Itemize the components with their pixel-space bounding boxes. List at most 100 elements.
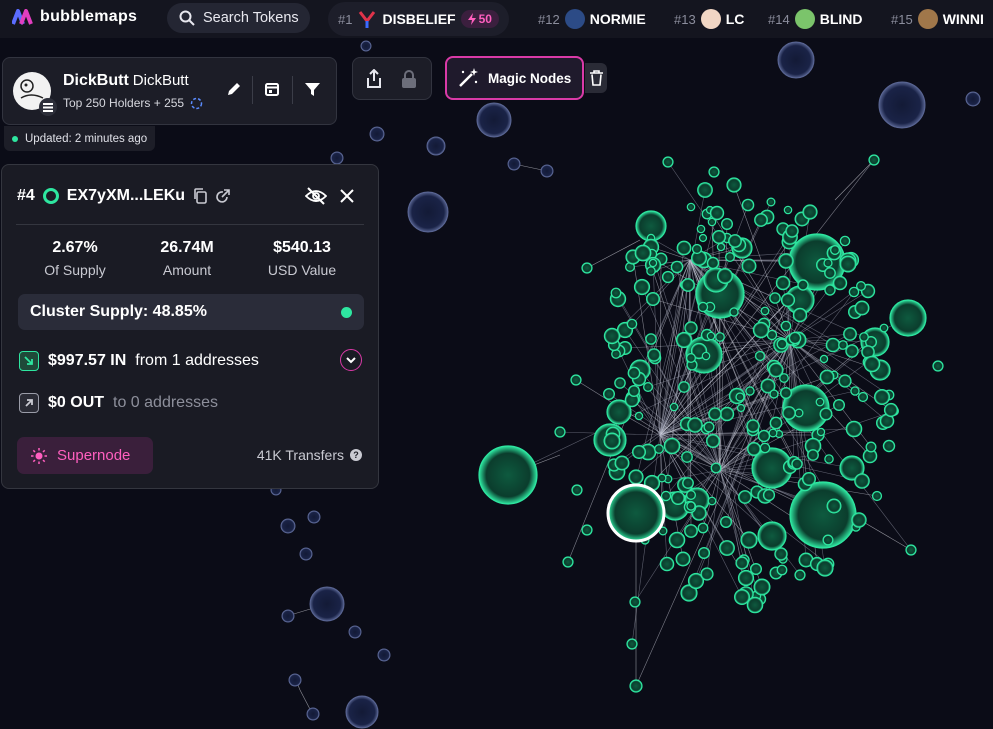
wallet-bubble[interactable] <box>614 455 630 471</box>
wallet-bubble[interactable] <box>642 382 653 393</box>
wallet-bubble[interactable] <box>478 445 538 505</box>
wallet-bubble[interactable] <box>670 491 685 506</box>
wallet-bubble[interactable] <box>854 300 870 316</box>
address-text[interactable]: EX7yXM...LEKu <box>67 187 185 205</box>
wallet-bubble[interactable] <box>738 490 752 504</box>
wallet-bubble[interactable] <box>345 695 379 729</box>
wallet-bubble[interactable] <box>629 679 643 693</box>
wallet-bubble[interactable] <box>819 369 835 385</box>
trending-item-15[interactable]: #15 WINNI <box>891 0 984 38</box>
wallet-bubble[interactable] <box>785 224 799 238</box>
wallet-bubble[interactable] <box>724 252 735 263</box>
wallet-bubble[interactable] <box>769 292 781 304</box>
lock-button[interactable] <box>401 69 417 94</box>
wallet-bubble[interactable] <box>670 260 684 274</box>
wallet-bubble[interactable] <box>729 307 739 317</box>
external-link-icon[interactable] <box>215 188 230 204</box>
wallet-bubble[interactable] <box>701 351 711 361</box>
wallet-bubble[interactable] <box>749 562 762 575</box>
wallet-bubble[interactable] <box>710 462 722 474</box>
wallet-bubble[interactable] <box>878 81 926 129</box>
trending-item-13[interactable]: #13 LC <box>674 0 744 38</box>
wallet-bubble[interactable] <box>845 344 859 358</box>
wallet-bubble[interactable] <box>807 449 819 461</box>
wallet-bubble[interactable] <box>757 521 787 551</box>
wallet-bubble[interactable] <box>654 444 664 454</box>
wallet-bubble[interactable] <box>562 556 574 568</box>
wallet-bubble[interactable] <box>794 569 806 581</box>
wallet-bubble[interactable] <box>766 197 776 207</box>
wallet-bubble[interactable] <box>816 427 826 437</box>
wallet-bubble[interactable] <box>762 488 776 502</box>
wallet-bubble[interactable] <box>736 403 746 413</box>
wallet-bubble[interactable] <box>706 331 716 341</box>
wallet-bubble[interactable] <box>854 473 870 489</box>
expand-inflow-button[interactable] <box>340 349 362 371</box>
wallet-bubble[interactable] <box>776 564 788 576</box>
wallet-bubble[interactable] <box>752 321 770 339</box>
wallet-bubble[interactable] <box>838 374 852 388</box>
wallet-bubble[interactable] <box>626 318 638 330</box>
wallet-bubble[interactable] <box>865 441 877 453</box>
wallet-bubble[interactable] <box>540 164 554 178</box>
wallet-bubble[interactable] <box>627 385 640 398</box>
wallet-bubble[interactable] <box>819 407 833 421</box>
wallet-bubble[interactable] <box>634 411 644 421</box>
wallet-bubble[interactable] <box>782 406 796 420</box>
wallet-bubble[interactable] <box>735 556 749 570</box>
wallet-bubble[interactable] <box>882 439 896 453</box>
wallet-bubble[interactable] <box>768 428 778 438</box>
trending-item-1[interactable]: #1 DISBELIEF 50 <box>328 2 509 36</box>
wallet-bubble[interactable] <box>851 512 867 528</box>
wallet-bubble[interactable] <box>697 301 709 313</box>
wallet-bubble[interactable] <box>753 578 771 596</box>
wallet-bubble[interactable] <box>697 522 709 534</box>
wallet-bubble[interactable] <box>754 350 766 362</box>
wallet-bubble[interactable] <box>879 323 889 333</box>
wallet-bubble[interactable] <box>407 191 449 233</box>
wallet-bubble[interactable] <box>646 266 656 276</box>
wallet-bubble[interactable] <box>581 262 593 274</box>
wallet-bubble[interactable] <box>669 402 679 412</box>
wallet-bubble[interactable] <box>824 454 834 464</box>
wallet-bubble[interactable] <box>281 609 295 623</box>
wallet-bubble[interactable] <box>668 531 686 549</box>
wallet-bubble[interactable] <box>648 258 658 268</box>
wallet-bubble[interactable] <box>703 421 715 433</box>
wallet-bubble[interactable] <box>778 253 794 269</box>
wallet-bubble[interactable] <box>777 41 815 79</box>
wallet-bubble[interactable] <box>696 224 706 234</box>
wallet-bubble[interactable] <box>801 472 816 487</box>
wallet-bubble[interactable] <box>684 524 698 538</box>
wallet-bubble[interactable] <box>682 477 694 489</box>
wallet-bubble[interactable] <box>746 419 760 433</box>
wallet-bubble[interactable] <box>716 268 733 285</box>
wallet-bubble[interactable] <box>791 458 803 470</box>
wallet-bubble[interactable] <box>740 531 758 549</box>
search-tokens-button[interactable]: Search Tokens <box>167 3 310 33</box>
wallet-bubble[interactable] <box>288 673 302 687</box>
wallet-bubble[interactable] <box>705 434 720 449</box>
wallet-bubble[interactable] <box>686 202 696 212</box>
wallet-bubble[interactable] <box>697 546 710 559</box>
wallet-bubble[interactable] <box>697 182 713 198</box>
wallet-bubble[interactable] <box>855 281 866 292</box>
wallet-bubble[interactable] <box>733 588 750 605</box>
wallet-bubble[interactable] <box>360 40 372 52</box>
wallet-bubble[interactable] <box>802 204 818 220</box>
wallet-bubble[interactable] <box>309 586 345 622</box>
wallet-bubble[interactable] <box>780 292 796 308</box>
wallet-bubble[interactable] <box>932 360 944 372</box>
wallet-bubble[interactable] <box>741 198 755 212</box>
wallet-bubble[interactable] <box>708 407 722 421</box>
wallet-bubble[interactable] <box>829 245 840 256</box>
help-icon[interactable]: ? <box>350 449 362 461</box>
wallet-bubble[interactable] <box>686 501 696 511</box>
wallet-bubble[interactable] <box>610 287 622 299</box>
wallet-bubble[interactable] <box>745 386 755 396</box>
wallet-bubble[interactable] <box>720 218 733 231</box>
wallet-bubble[interactable] <box>719 515 732 528</box>
wallet-bubble[interactable] <box>681 451 693 463</box>
wallet-bubble[interactable] <box>708 166 720 178</box>
wallet-bubble[interactable] <box>815 397 825 407</box>
